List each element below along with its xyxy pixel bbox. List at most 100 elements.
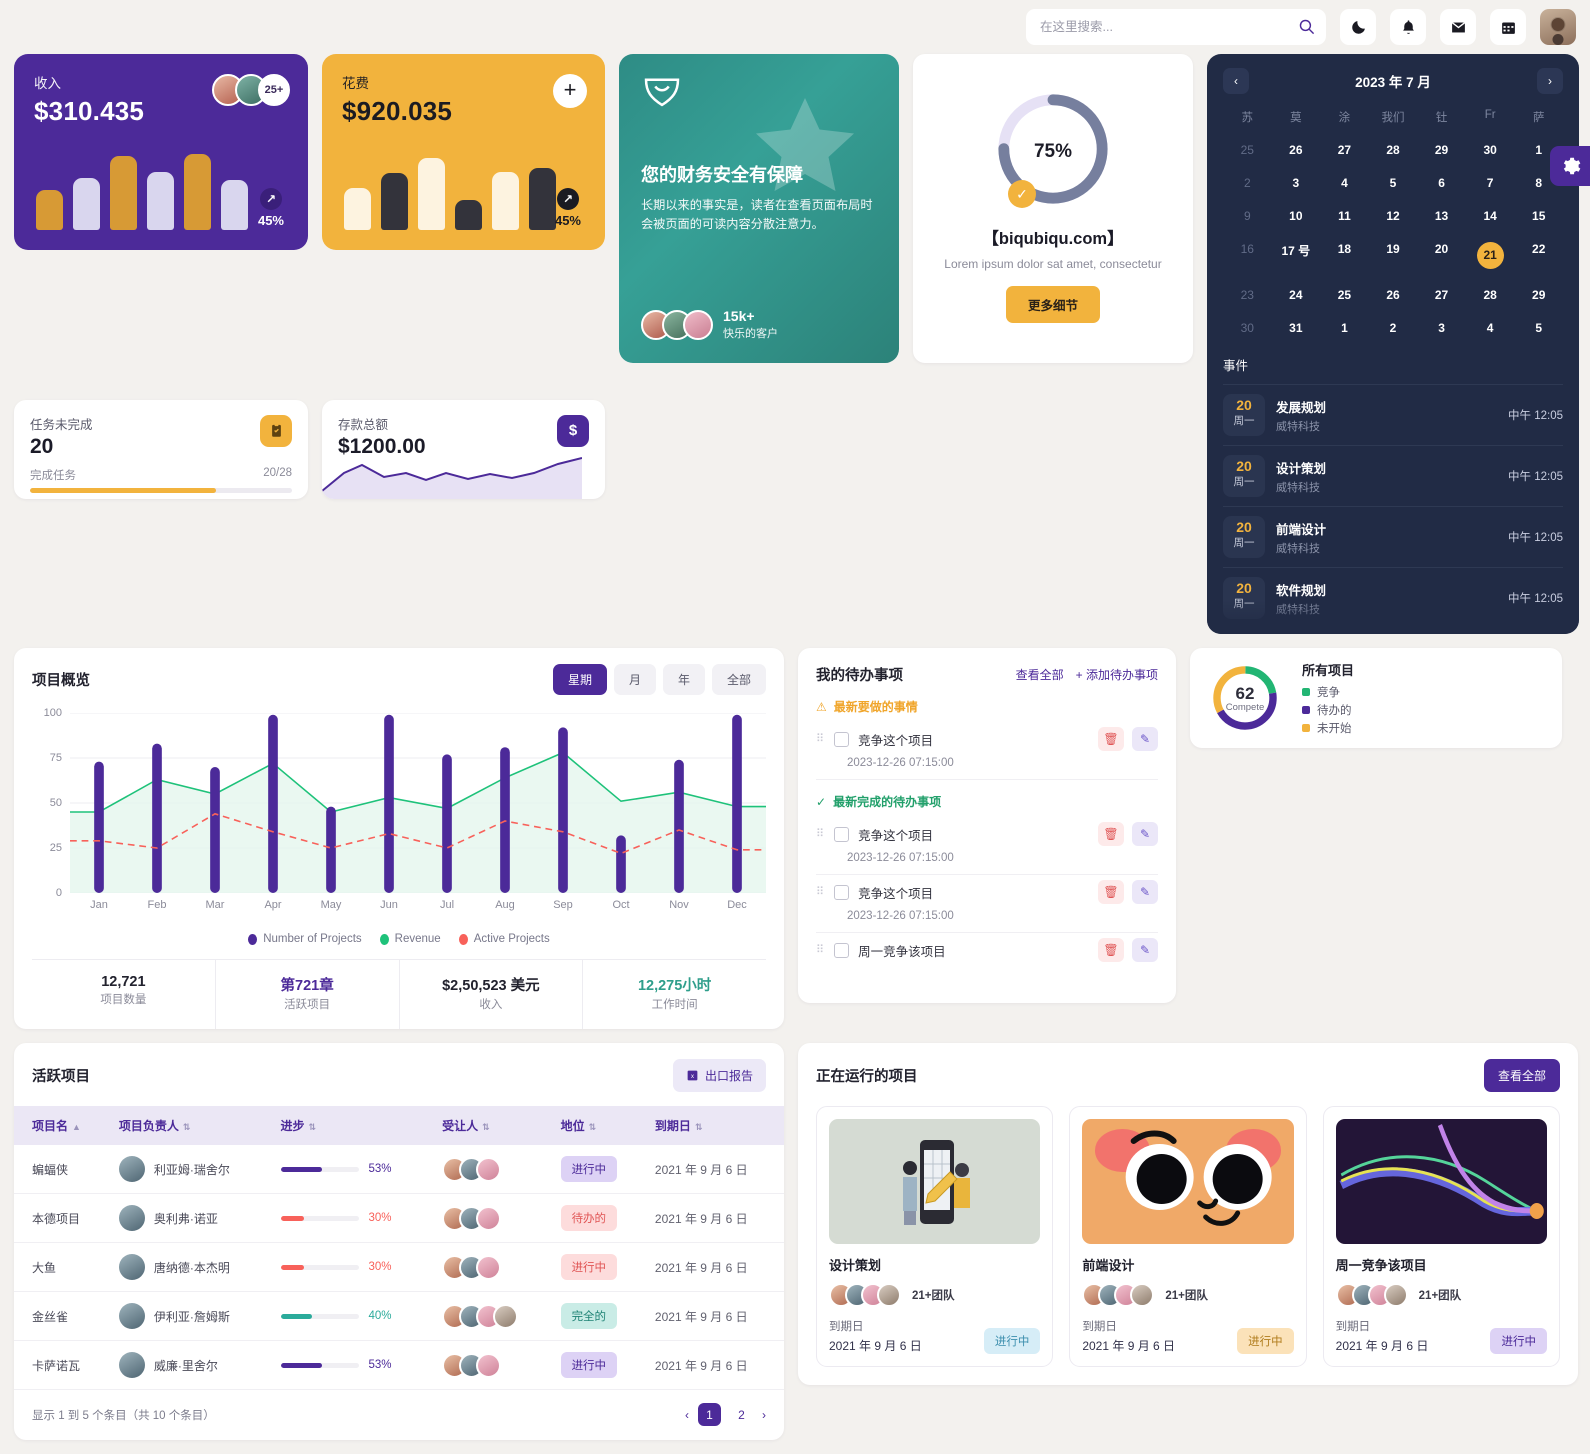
todo-checkbox[interactable] — [834, 942, 850, 958]
pager-page-1[interactable]: 1 — [698, 1403, 721, 1426]
calendar-day[interactable]: 19 — [1369, 236, 1418, 275]
calendar-day[interactable]: 30 — [1223, 315, 1272, 341]
calendar-icon[interactable] — [1490, 9, 1526, 45]
calendar-day[interactable]: 13 — [1417, 203, 1466, 229]
todo-checkbox[interactable] — [834, 826, 850, 842]
table-column-header[interactable]: 项目负责人 ⇅ — [108, 1106, 271, 1145]
calendar-day[interactable]: 16 — [1223, 236, 1272, 275]
trash-icon[interactable]: 🗑 — [1098, 727, 1124, 751]
drag-handle-icon[interactable]: ⠿ — [816, 733, 825, 744]
calendar-day[interactable]: 29 — [1514, 282, 1563, 308]
calendar-widget: ‹ 2023 年 7 月 › 苏莫涂我们钍 Fr 萨 25 26 27 28 29 30 1 2 3 4… — [1207, 54, 1579, 634]
pencil-icon[interactable]: ✎ — [1132, 727, 1158, 751]
table-row[interactable]: 卡萨诺瓦 威廉·里舍尔 53% 进行中 2021 年 9 月 6 日 — [14, 1340, 784, 1390]
calendar-day[interactable]: 27 — [1417, 282, 1466, 308]
calendar-day[interactable]: 24 — [1272, 282, 1321, 308]
export-report-button[interactable]: x 出口报告 — [672, 1059, 766, 1092]
calendar-day[interactable]: 7 — [1466, 170, 1515, 196]
add-expense-button[interactable]: + — [553, 74, 587, 108]
event-row[interactable]: 20 周一 前端设计 威特科技 中午 12:05 — [1223, 506, 1563, 567]
todo-checkbox[interactable] — [834, 884, 850, 900]
running-view-all-button[interactable]: 查看全部 — [1483, 1059, 1560, 1092]
drag-handle-icon[interactable]: ⠿ — [816, 828, 825, 839]
calendar-day[interactable]: 27 — [1320, 137, 1369, 163]
calendar-day[interactable]: 31 — [1272, 315, 1321, 341]
search-icon[interactable] — [1298, 18, 1315, 35]
table-column-header[interactable]: 地位 ⇅ — [550, 1106, 645, 1145]
table-row[interactable]: 大鱼 唐纳德·本杰明 30% 进行中 2021 年 9 月 6 日 — [14, 1242, 784, 1292]
pager-prev[interactable]: ‹ — [685, 1408, 689, 1422]
calendar-day[interactable]: 5 — [1369, 170, 1418, 196]
todo-add[interactable]: + 添加待办事项 — [1076, 666, 1158, 683]
running-project-card[interactable]: 周一竞争该项目 21+团队 到期日 2021 年 9 月 6 日 进行中 — [1322, 1106, 1560, 1367]
calendar-day[interactable]: 14 — [1466, 203, 1515, 229]
table-column-header[interactable]: 项目名 ▲ — [14, 1106, 109, 1145]
calendar-day[interactable]: 20 — [1417, 236, 1466, 275]
table-row[interactable]: 金丝雀 伊利亚·詹姆斯 40% 完全的 2021 年 9 月 6 日 — [14, 1291, 784, 1341]
bell-icon[interactable] — [1390, 9, 1426, 45]
chart-filter-年[interactable]: 年 — [662, 664, 705, 695]
pencil-icon[interactable]: ✎ — [1132, 938, 1158, 962]
calendar-day[interactable]: 26 — [1272, 137, 1321, 163]
settings-tab[interactable] — [1550, 146, 1590, 186]
event-row[interactable]: 20 周一 发展规划 威特科技 中午 12:05 — [1223, 384, 1563, 445]
calendar-day[interactable]: 10 — [1272, 203, 1321, 229]
pencil-icon[interactable]: ✎ — [1132, 880, 1158, 904]
pager-page-2[interactable]: 2 — [730, 1403, 753, 1426]
moon-icon[interactable] — [1340, 9, 1376, 45]
chart-filter-星期[interactable]: 星期 — [552, 664, 607, 695]
calendar-day[interactable]: 23 — [1223, 282, 1272, 308]
calendar-day[interactable]: 12 — [1369, 203, 1418, 229]
table-column-header[interactable]: 到期日 ⇅ — [644, 1106, 784, 1145]
calendar-day[interactable]: 28 — [1369, 137, 1418, 163]
calendar-day[interactable]: 18 — [1320, 236, 1369, 275]
calendar-day[interactable]: 15 — [1514, 203, 1563, 229]
deposit-sparkline — [322, 456, 582, 499]
calendar-day[interactable]: 4 — [1466, 315, 1515, 341]
event-row[interactable]: 20 周一 设计策划 威特科技 中午 12:05 — [1223, 445, 1563, 506]
calendar-day[interactable]: 11 — [1320, 203, 1369, 229]
drag-handle-icon[interactable]: ⠿ — [816, 886, 825, 897]
calendar-day[interactable]: 17 号 — [1272, 236, 1321, 275]
table-column-header[interactable]: 进步 ⇅ — [270, 1106, 433, 1145]
cell-assignees — [432, 1340, 551, 1390]
calendar-day[interactable]: 6 — [1417, 170, 1466, 196]
chart-filter-全部[interactable]: 全部 — [711, 664, 766, 695]
calendar-day[interactable]: 29 — [1417, 137, 1466, 163]
table-row[interactable]: 蝙蝠侠 利亚姆·瑞舍尔 53% 进行中 2021 年 9 月 6 日 — [14, 1145, 784, 1194]
todo-checkbox[interactable] — [834, 731, 850, 747]
calendar-day[interactable]: 25 — [1320, 282, 1369, 308]
trash-icon[interactable]: 🗑 — [1098, 880, 1124, 904]
trash-icon[interactable]: 🗑 — [1098, 938, 1124, 962]
drag-handle-icon[interactable]: ⠿ — [816, 944, 825, 955]
running-project-card[interactable]: 设计策划 21+团队 到期日 2021 年 9 月 6 日 进行中 — [816, 1106, 1054, 1367]
calendar-day[interactable]: 2 — [1223, 170, 1272, 196]
calendar-day[interactable]: 22 — [1514, 236, 1563, 275]
pencil-icon[interactable]: ✎ — [1132, 822, 1158, 846]
mail-icon[interactable] — [1440, 9, 1476, 45]
user-avatar[interactable] — [1540, 9, 1576, 45]
calendar-day[interactable]: 2 — [1369, 315, 1418, 341]
calendar-day[interactable]: 5 — [1514, 315, 1563, 341]
calendar-day[interactable]: 3 — [1417, 315, 1466, 341]
calendar-day[interactable]: 30 — [1466, 137, 1515, 163]
search-input[interactable] — [1026, 9, 1326, 45]
chart-filter-月[interactable]: 月 — [613, 664, 656, 695]
more-details-button[interactable]: 更多细节 — [1005, 286, 1100, 324]
todo-view-all[interactable]: 查看全部 — [1016, 666, 1064, 683]
calendar-day[interactable]: 4 — [1320, 170, 1369, 196]
chevron-right-icon[interactable]: › — [1536, 68, 1563, 94]
running-project-card[interactable]: 前端设计 21+团队 到期日 2021 年 9 月 6 日 进行中 — [1069, 1106, 1307, 1367]
table-column-header[interactable]: 受让人 ⇅ — [432, 1106, 551, 1145]
trash-icon[interactable]: 🗑 — [1098, 822, 1124, 846]
calendar-day[interactable]: 28 — [1466, 282, 1515, 308]
calendar-day[interactable]: 25 — [1223, 137, 1272, 163]
calendar-day[interactable]: 21 — [1466, 236, 1515, 275]
calendar-day[interactable]: 26 — [1369, 282, 1418, 308]
chevron-left-icon[interactable]: ‹ — [1223, 68, 1249, 94]
calendar-day[interactable]: 9 — [1223, 203, 1272, 229]
pager-next[interactable]: › — [762, 1408, 766, 1422]
table-row[interactable]: 本德项目 奥利弗·诺亚 30% 待办的 2021 年 9 月 6 日 — [14, 1193, 784, 1243]
calendar-day[interactable]: 1 — [1320, 315, 1369, 341]
calendar-day[interactable]: 3 — [1272, 170, 1321, 196]
